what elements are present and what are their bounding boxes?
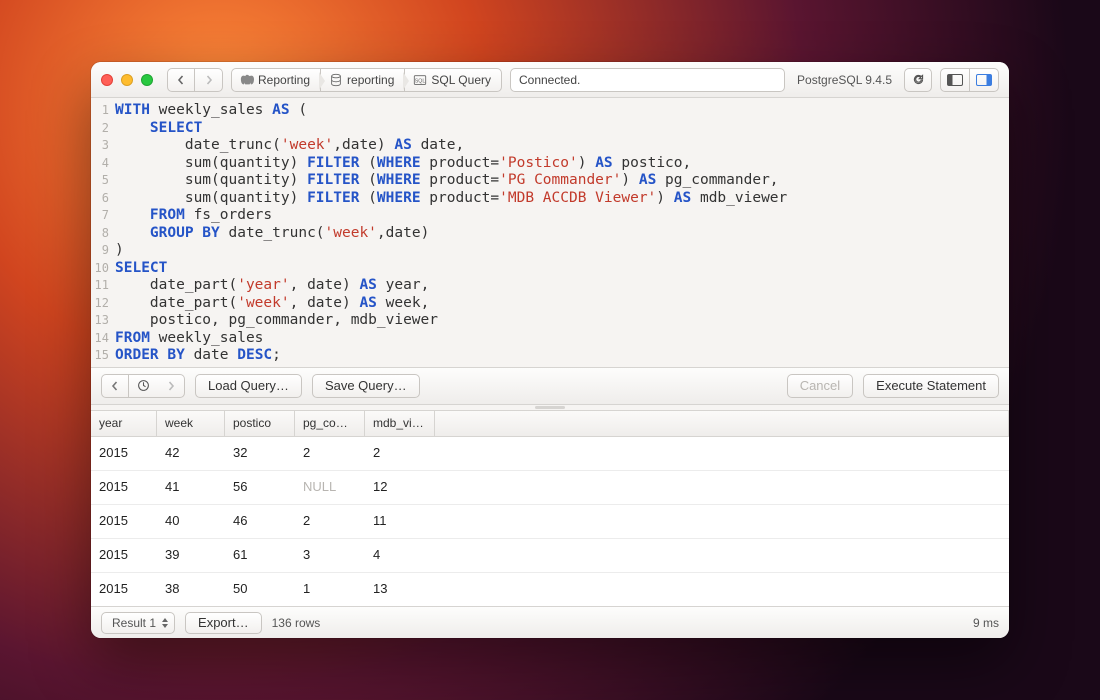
table-row[interactable]: 20154046211 (91, 505, 1009, 539)
column-header[interactable]: week (157, 411, 225, 436)
table-cell: 2015 (91, 505, 157, 538)
column-header[interactable]: pg_com… (295, 411, 365, 436)
right-panel-icon (976, 74, 992, 86)
app-window: Reporting reporting SQL SQL Query Connected… (91, 62, 1009, 638)
reload-button[interactable] (904, 68, 932, 92)
chevron-left-icon (110, 381, 120, 391)
svg-text:SQL: SQL (415, 78, 426, 84)
table-row[interactable]: 20154156NULL12 (91, 471, 1009, 505)
table-row[interactable]: 2015396134 (91, 539, 1009, 573)
left-sidebar-toggle[interactable] (940, 68, 970, 92)
table-cell: NULL (295, 471, 365, 504)
table-cell: 1 (295, 573, 365, 606)
titlebar: Reporting reporting SQL SQL Query Connected… (91, 62, 1009, 98)
table-cell: 12 (365, 471, 435, 504)
breadcrumb-label: reporting (347, 73, 394, 87)
history-back-button[interactable] (101, 374, 129, 398)
breadcrumb-item[interactable]: Reporting (231, 68, 320, 92)
sql-editor[interactable]: 123456789101112131415 WITH weekly_sales … (91, 98, 1009, 367)
close-window-button[interactable] (101, 74, 113, 86)
table-cell: 2 (295, 505, 365, 538)
table-cell: 2015 (91, 539, 157, 572)
results-body[interactable]: 201542322220154156NULL122015404621120153… (91, 437, 1009, 607)
line-gutter: 123456789101112131415 (91, 98, 113, 367)
table-cell: 4 (365, 539, 435, 572)
forward-button[interactable] (195, 68, 223, 92)
column-header[interactable]: mdb_vie… (365, 411, 435, 436)
breadcrumb-label: SQL Query (431, 73, 491, 87)
right-sidebar-toggle[interactable] (970, 68, 999, 92)
column-header[interactable]: postico (225, 411, 295, 436)
connection-status: Connected. (510, 68, 785, 92)
table-cell: 56 (225, 471, 295, 504)
column-header[interactable]: year (91, 411, 157, 436)
table-row[interactable]: 20153850113 (91, 573, 1009, 607)
table-cell: 3 (295, 539, 365, 572)
result-set-select[interactable]: Result 1 (101, 612, 175, 634)
cancel-button[interactable]: Cancel (787, 374, 853, 398)
breadcrumb-item[interactable]: reporting (320, 68, 404, 92)
export-button[interactable]: Export… (185, 612, 262, 634)
chevron-right-icon (166, 381, 176, 391)
sidebar-toggle-group (940, 68, 999, 92)
row-count-label: 136 rows (272, 616, 321, 630)
table-cell: 2015 (91, 437, 157, 470)
window-controls (101, 74, 153, 86)
breadcrumbs: Reporting reporting SQL SQL Query (231, 68, 502, 92)
table-cell: 2015 (91, 471, 157, 504)
table-cell: 50 (225, 573, 295, 606)
table-cell: 11 (365, 505, 435, 538)
table-cell: 40 (157, 505, 225, 538)
minimize-window-button[interactable] (121, 74, 133, 86)
execute-button[interactable]: Execute Statement (863, 374, 999, 398)
table-cell: 61 (225, 539, 295, 572)
results-header: yearweekposticopg_com…mdb_vie… (91, 411, 1009, 437)
table-cell: 38 (157, 573, 225, 606)
nav-back-forward (167, 68, 223, 92)
table-cell: 2 (365, 437, 435, 470)
breadcrumb-item[interactable]: SQL SQL Query (404, 68, 502, 92)
breadcrumb-label: Reporting (258, 73, 310, 87)
table-cell: 39 (157, 539, 225, 572)
load-query-button[interactable]: Load Query… (195, 374, 302, 398)
left-panel-icon (947, 74, 963, 86)
history-forward-button[interactable] (157, 374, 185, 398)
chevron-right-icon (204, 75, 214, 85)
back-button[interactable] (167, 68, 195, 92)
zoom-window-button[interactable] (141, 74, 153, 86)
history-button[interactable] (129, 374, 157, 398)
table-cell: 13 (365, 573, 435, 606)
chevron-left-icon (176, 75, 186, 85)
results-pane: yearweekposticopg_com…mdb_vie… 201542322… (91, 411, 1009, 607)
timing-label: 9 ms (973, 616, 999, 630)
db-version-label: PostgreSQL 9.4.5 (793, 73, 896, 87)
table-cell: 41 (157, 471, 225, 504)
status-bar: Result 1 Export… 136 rows 9 ms (91, 606, 1009, 638)
query-toolbar: Load Query… Save Query… Cancel Execute S… (91, 367, 1009, 405)
clock-icon (137, 379, 150, 392)
sql-code[interactable]: WITH weekly_sales AS ( SELECT date_trunc… (113, 98, 795, 367)
table-row[interactable]: 2015423222 (91, 437, 1009, 471)
reload-icon (912, 73, 925, 86)
table-cell: 46 (225, 505, 295, 538)
table-cell: 42 (157, 437, 225, 470)
table-cell: 2015 (91, 573, 157, 606)
history-nav (101, 374, 185, 398)
table-cell: 32 (225, 437, 295, 470)
table-cell: 2 (295, 437, 365, 470)
status-text: Connected. (519, 73, 580, 87)
save-query-button[interactable]: Save Query… (312, 374, 420, 398)
